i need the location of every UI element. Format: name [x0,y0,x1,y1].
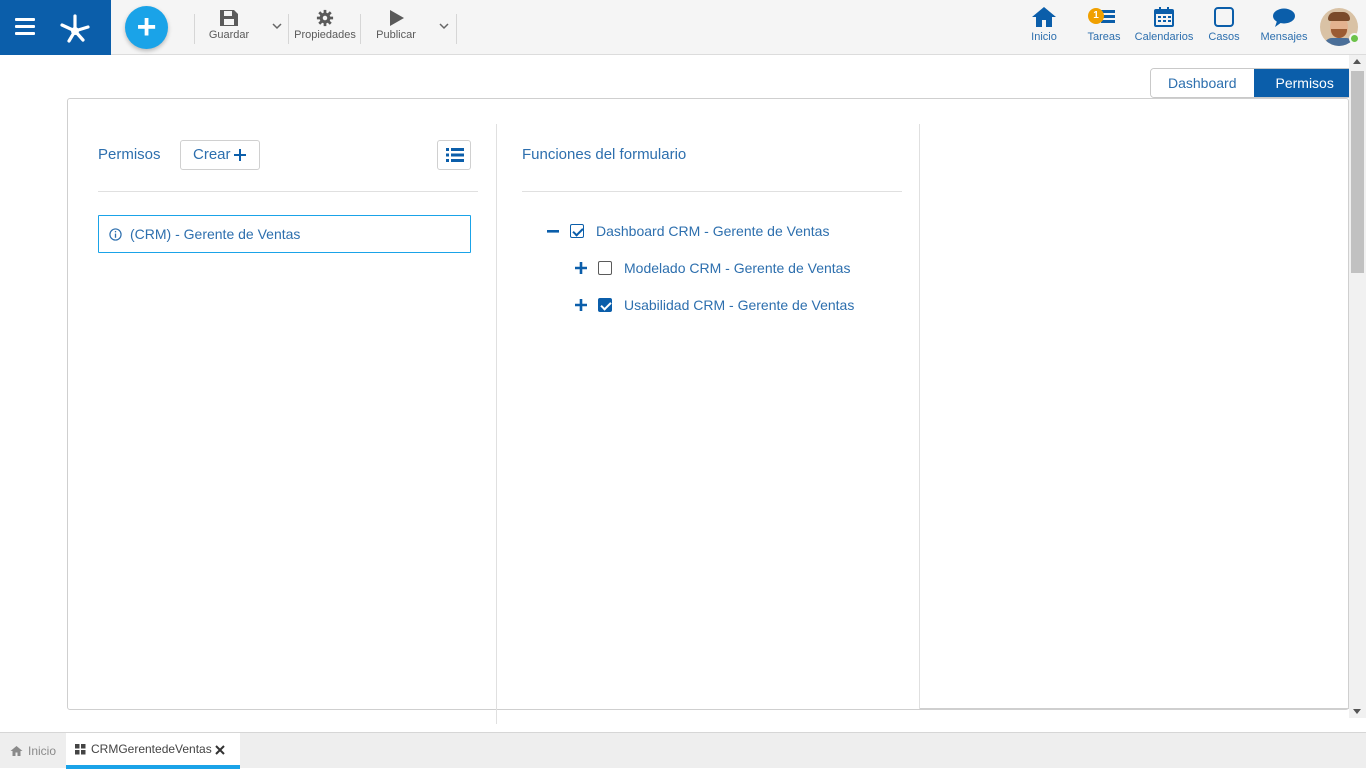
tree-node-label[interactable]: Modelado CRM - Gerente de Ventas [624,260,850,276]
nav-calendars-label: Calendarios [1134,31,1194,43]
nav-tasks[interactable]: 1 Tareas [1084,6,1124,50]
list-icon [446,148,464,162]
play-icon [390,10,404,26]
divider [920,708,1350,709]
bottom-tab-document-label: CRMGerentedeVentas [91,742,212,756]
collapse-minus-icon[interactable] [546,224,560,238]
case-icon [1214,7,1234,27]
tree-node: Dashboard CRM - Gerente de Ventas [546,223,829,239]
properties-button[interactable]: Propiedades [292,9,358,47]
nav-messages-label: Mensajes [1260,31,1308,43]
divider [522,191,902,192]
create-permission-button[interactable]: Crear [180,140,260,170]
home-icon [1032,7,1056,27]
bottom-tab-home[interactable]: Inicio [0,733,56,769]
home-icon [10,746,23,756]
tree-node-label[interactable]: Dashboard CRM - Gerente de Ventas [596,223,829,239]
calendar-icon [1154,7,1174,27]
publish-label: Publicar [376,29,416,41]
bottom-tab-home-label: Inicio [28,744,57,758]
close-icon[interactable] [215,745,225,755]
toolbar-divider [194,14,195,44]
tab-dashboard[interactable]: Dashboard [1151,69,1254,97]
tree-node: Modelado CRM - Gerente de Ventas [574,260,850,276]
add-new-button[interactable]: + [125,6,168,49]
checkbox-usabilidad[interactable] [598,298,612,312]
tree-node-label[interactable]: Usabilidad CRM - Gerente de Ventas [624,297,854,313]
app-logo-icon[interactable] [57,9,93,45]
properties-label: Propiedades [294,29,356,41]
permission-item-label: (CRM) - Gerente de Ventas [130,226,301,242]
scroll-up-arrow-icon[interactable] [1353,59,1361,64]
permissions-title: Permisos [98,146,161,163]
save-button[interactable]: Guardar [204,9,254,47]
expand-plus-icon[interactable] [574,298,588,312]
functions-title: Funciones del formulario [522,146,687,163]
toolbar-divider [360,14,361,44]
nav-calendars[interactable]: Calendarios [1134,6,1194,50]
create-label: Crear [193,146,231,163]
online-status-dot [1349,33,1360,44]
scroll-thumb[interactable] [1351,71,1364,273]
list-view-button[interactable] [437,140,471,170]
toolbar-divider [288,14,289,44]
scroll-down-arrow-icon[interactable] [1353,709,1361,714]
divider [98,191,478,192]
main-panel: Permisos Crear (CRM) - Gerente de Ventas… [67,98,1350,724]
top-bar: + Guardar Propiedades Publicar Inicio 1 … [0,0,1366,55]
grid-icon [75,743,86,754]
permission-item[interactable]: (CRM) - Gerente de Ventas [98,215,471,253]
checkbox-dashboard[interactable] [570,224,584,238]
checkbox-modelado[interactable] [598,261,612,275]
nav-tasks-label: Tareas [1087,31,1121,43]
nav-home-label: Inicio [1031,31,1057,43]
chat-bubble-icon [1273,8,1295,27]
nav-home[interactable]: Inicio [1026,6,1062,50]
save-options-chevron-icon[interactable] [271,20,283,32]
nav-messages[interactable]: Mensajes [1259,6,1309,50]
brand-area [0,0,111,55]
bottom-tab-document[interactable]: CRMGerentedeVentas [66,733,240,769]
nav-cases[interactable]: Casos [1207,6,1241,50]
publish-options-chevron-icon[interactable] [438,20,450,32]
column-divider [919,124,920,709]
expand-plus-icon[interactable] [574,261,588,275]
toolbar-divider [456,14,457,44]
column-divider [496,124,497,724]
nav-cases-label: Casos [1208,31,1240,43]
save-icon [220,10,238,26]
info-icon [109,227,122,241]
tab-permissions[interactable]: Permisos [1253,69,1356,97]
gear-icon [316,9,334,27]
tree-node: Usabilidad CRM - Gerente de Ventas [574,297,854,313]
vertical-scrollbar[interactable] [1349,55,1366,718]
view-tabs: Dashboard Permisos [1150,68,1357,98]
tasks-count-badge: 1 [1088,8,1104,24]
plus-icon [233,149,246,161]
bottom-tab-bar: Inicio CRMGerentedeVentas [0,732,1366,769]
save-label: Guardar [208,29,250,41]
hamburger-menu-icon[interactable] [15,18,35,36]
publish-button[interactable]: Publicar [372,9,420,47]
